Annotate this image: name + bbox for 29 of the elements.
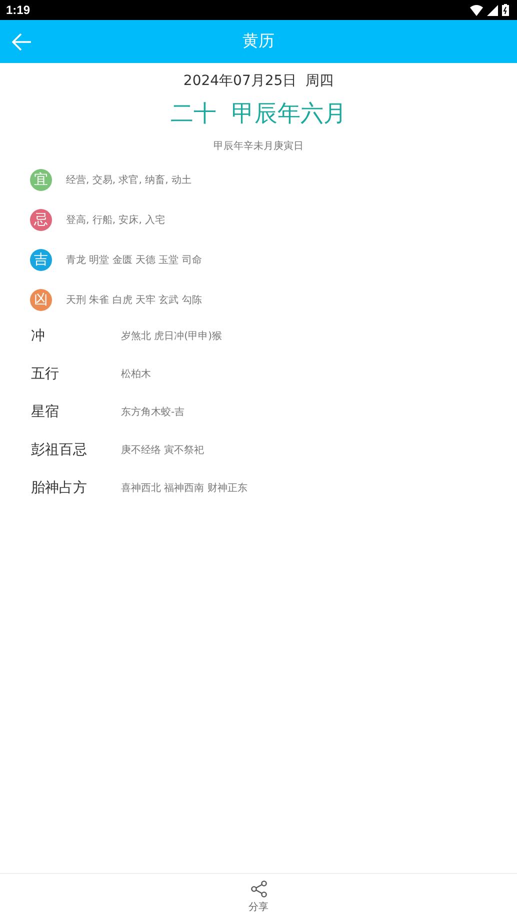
category-badge: 凶 xyxy=(30,289,52,311)
back-arrow-icon xyxy=(12,33,32,51)
detail-label: 冲 xyxy=(31,326,46,344)
status-time: 1:19 xyxy=(6,3,30,17)
category-badge: 吉 xyxy=(30,249,52,271)
date-text: 2024年07月25日 周四 xyxy=(183,72,334,90)
category-badge: 忌 xyxy=(30,209,52,231)
lunar-date: 二十 甲辰年六月 xyxy=(170,100,346,129)
detail-value: 喜神西北 福神西南 财神正东 xyxy=(121,482,248,494)
detail-value: 松柏木 xyxy=(121,368,151,380)
category-badge: 宜 xyxy=(30,169,52,191)
category-text: 登高, 行船, 安床, 入宅 xyxy=(66,214,166,227)
wifi-icon xyxy=(470,4,483,16)
category-text: 青龙 明堂 金匮 天德 玉堂 司命 xyxy=(66,254,202,267)
share-icon xyxy=(250,880,268,898)
ganzhi-text: 甲辰年辛未月庚寅日 xyxy=(214,140,304,153)
battery-icon xyxy=(502,4,509,16)
detail-label: 彭祖百忌 xyxy=(31,440,88,458)
detail-label: 星宿 xyxy=(31,402,60,420)
app-title: 黄历 xyxy=(242,31,274,52)
category-text: 经营, 交易, 求官, 纳畜, 动土 xyxy=(66,174,192,187)
detail-label: 胎神占方 xyxy=(31,478,88,496)
detail-label: 五行 xyxy=(31,364,60,382)
detail-value: 庚不经络 寅不祭祀 xyxy=(121,444,204,456)
detail-value: 岁煞北 虎日冲(甲申)猴 xyxy=(121,330,222,342)
signal-icon xyxy=(487,4,498,16)
category-text: 天刑 朱雀 白虎 天牢 玄武 勾陈 xyxy=(66,294,202,307)
detail-value: 东方角木蛟-吉 xyxy=(121,406,185,418)
share-button[interactable]: 分享 xyxy=(244,878,272,916)
